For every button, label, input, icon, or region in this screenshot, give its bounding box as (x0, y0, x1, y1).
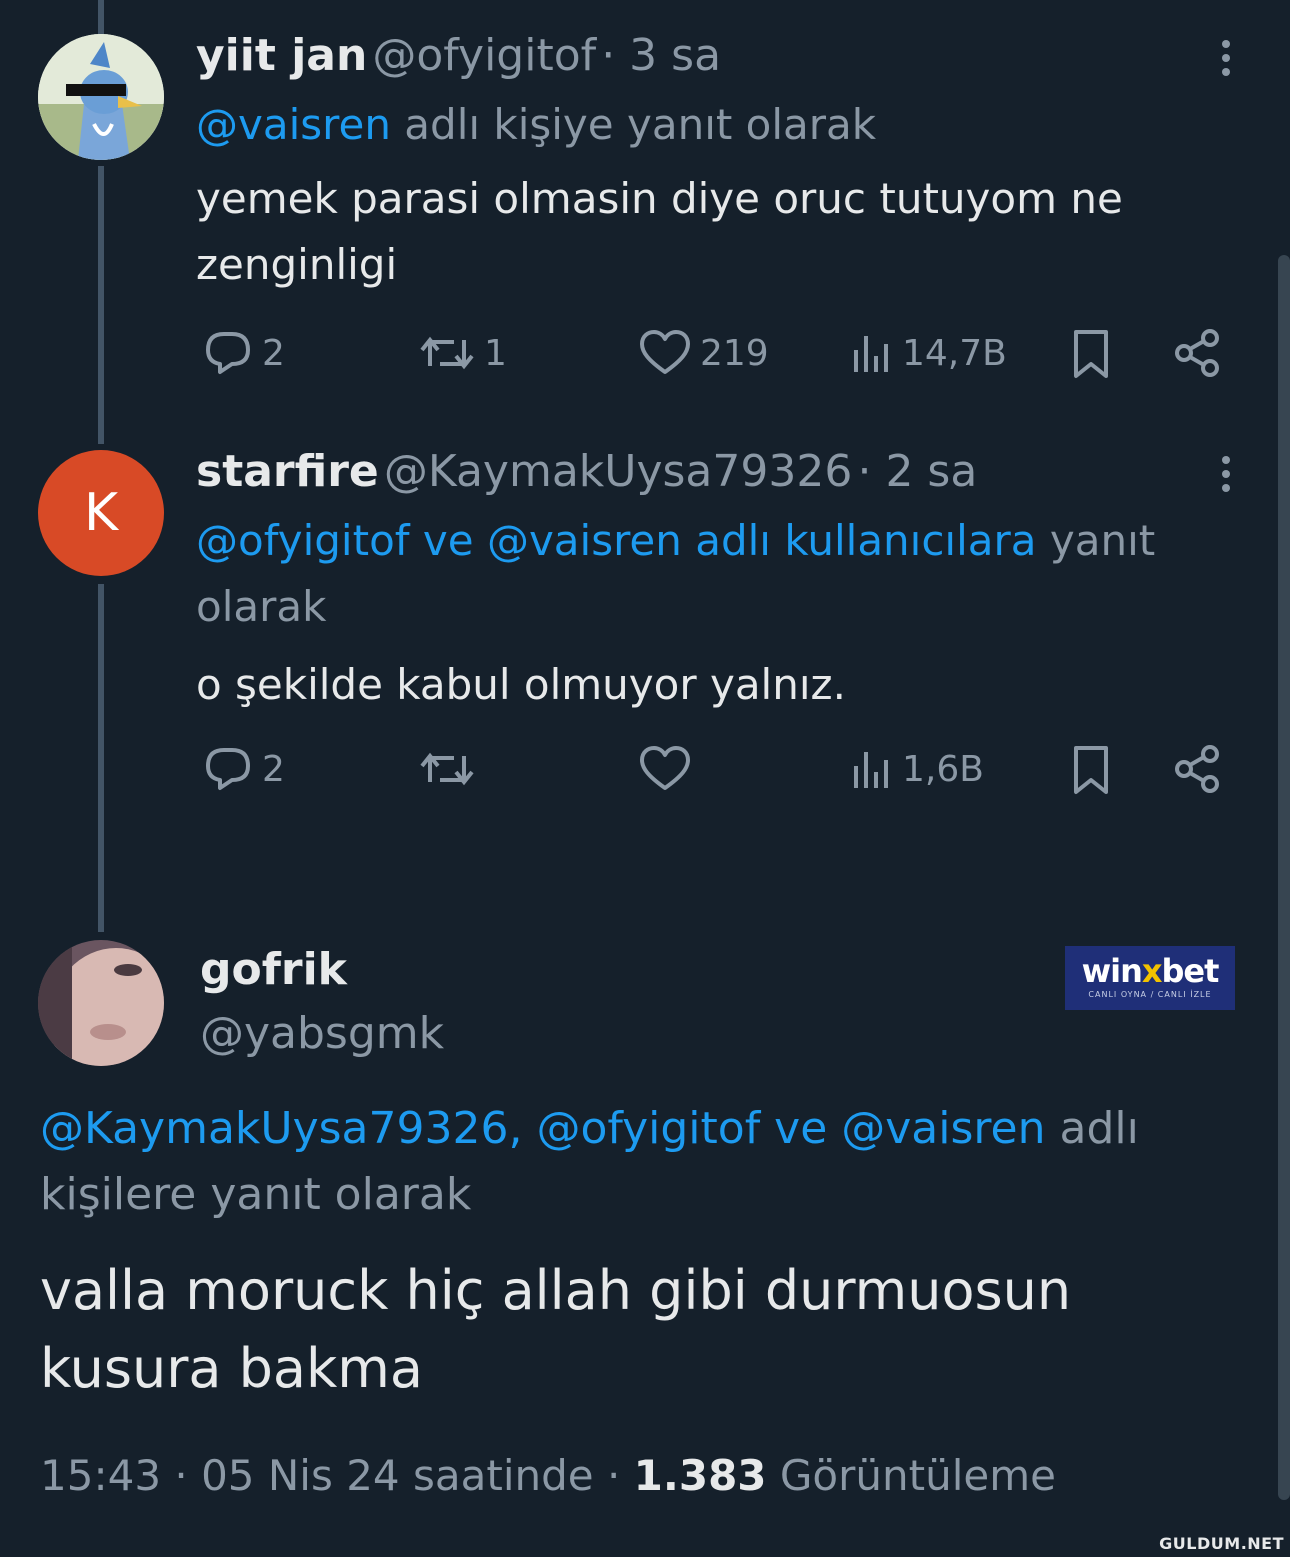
avatar[interactable] (38, 34, 164, 160)
author-name[interactable]: yiit jan (196, 30, 367, 81)
like-button[interactable] (638, 744, 700, 794)
bookmark-button[interactable] (1070, 328, 1112, 380)
author-name[interactable]: starfire (196, 446, 379, 497)
views-button[interactable]: 1,6B (850, 744, 984, 794)
scrollbar[interactable] (1278, 255, 1290, 1500)
retweet-icon (420, 752, 474, 786)
avatar-image (38, 940, 164, 1066)
like-icon (640, 746, 690, 790)
reply-mention-link[interactable]: @vaisren (196, 100, 391, 149)
tweet-actions: 2 1 219 14,7B (196, 328, 1236, 388)
tweet-meta: 15:43 · 05 Nis 24 saatinde · 1.383 Görün… (40, 1444, 1056, 1508)
retweet-button[interactable] (418, 744, 484, 794)
views-label: Görüntüleme (766, 1451, 1056, 1500)
reply-mention-link[interactable]: @ofyigitof ve @vaisren adlı kullanıcılar… (196, 516, 1037, 565)
reply-icon (206, 748, 250, 790)
like-button[interactable]: 219 (638, 328, 769, 378)
ad-tagline: CANLI OYNA / CANLI İZLE (1088, 990, 1212, 999)
thread-line (98, 0, 104, 36)
more-icon[interactable] (1222, 40, 1234, 82)
tweet-actions: 2 1,6B (196, 744, 1236, 804)
reply-count: 2 (262, 748, 285, 790)
author-handle[interactable]: @yabsgmk (200, 1002, 444, 1066)
views-count: 1.383 (633, 1451, 767, 1500)
bookmark-button[interactable] (1070, 744, 1112, 796)
views-count: 14,7B (902, 332, 1007, 374)
reply-mention-link[interactable]: @KaymakUysa79326, @ofyigitof ve @vaisren (40, 1103, 1046, 1154)
bookmark-icon (1074, 330, 1108, 378)
avatar[interactable] (38, 940, 164, 1066)
ad-banner[interactable]: winxbet CANLI OYNA / CANLI İZLE (1065, 946, 1235, 1010)
reply-context: @ofyigitof ve @vaisren adlı kullanıcılar… (196, 508, 1236, 640)
reply-count: 2 (262, 332, 285, 374)
tweet-time[interactable]: · 3 sa (601, 30, 721, 81)
like-count: 219 (700, 332, 769, 374)
more-icon[interactable] (1222, 456, 1234, 498)
bookmark-icon (1074, 746, 1108, 794)
tweet-text: yemek parasi olmasin diye oruc tutuyom n… (196, 174, 1123, 289)
main-tweet-text: valla moruck hiç allah gibi durmuosun ku… (40, 1259, 1072, 1400)
thread-line (98, 584, 104, 932)
ad-logo: winxbet (1081, 952, 1220, 990)
author-name[interactable]: gofrik (200, 938, 444, 1002)
tweet-text: o şekilde kabul olmuyor yalnız. (196, 660, 846, 709)
like-icon (640, 330, 690, 374)
views-icon (854, 752, 888, 788)
reply-icon (206, 332, 250, 374)
reply-context: @vaisren adlı kişiye yanıt olarak (196, 92, 1236, 158)
views-button[interactable]: 14,7B (850, 328, 1007, 378)
tweet-timestamp[interactable]: 15:43 · 05 Nis 24 saatinde · (40, 1451, 634, 1500)
views-icon (854, 336, 888, 372)
watermark: GULDUM.NET (1159, 1534, 1284, 1553)
share-button[interactable] (1172, 328, 1222, 378)
reply-context: @KaymakUysa79326, @ofyigitof ve @vaisren… (40, 1096, 1220, 1228)
share-icon (1175, 329, 1219, 377)
retweet-button[interactable]: 1 (418, 328, 507, 378)
reply-button[interactable]: 2 (202, 328, 285, 378)
tweet-time[interactable]: · 2 sa (857, 446, 977, 497)
author-handle[interactable]: @KaymakUysa79326 (384, 446, 853, 497)
share-icon (1175, 745, 1219, 793)
reply-suffix: adlı kişiye yanıt olarak (390, 100, 877, 149)
thread-line (98, 166, 104, 444)
avatar-letter: K (83, 483, 119, 543)
reply-button[interactable]: 2 (202, 744, 285, 794)
author-handle[interactable]: @ofyigitof (372, 30, 596, 81)
avatar-image (38, 34, 164, 160)
share-button[interactable] (1172, 744, 1222, 794)
retweet-count: 1 (484, 332, 507, 374)
retweet-icon (420, 336, 474, 370)
views-count: 1,6B (902, 748, 984, 790)
avatar[interactable]: K (38, 450, 164, 576)
